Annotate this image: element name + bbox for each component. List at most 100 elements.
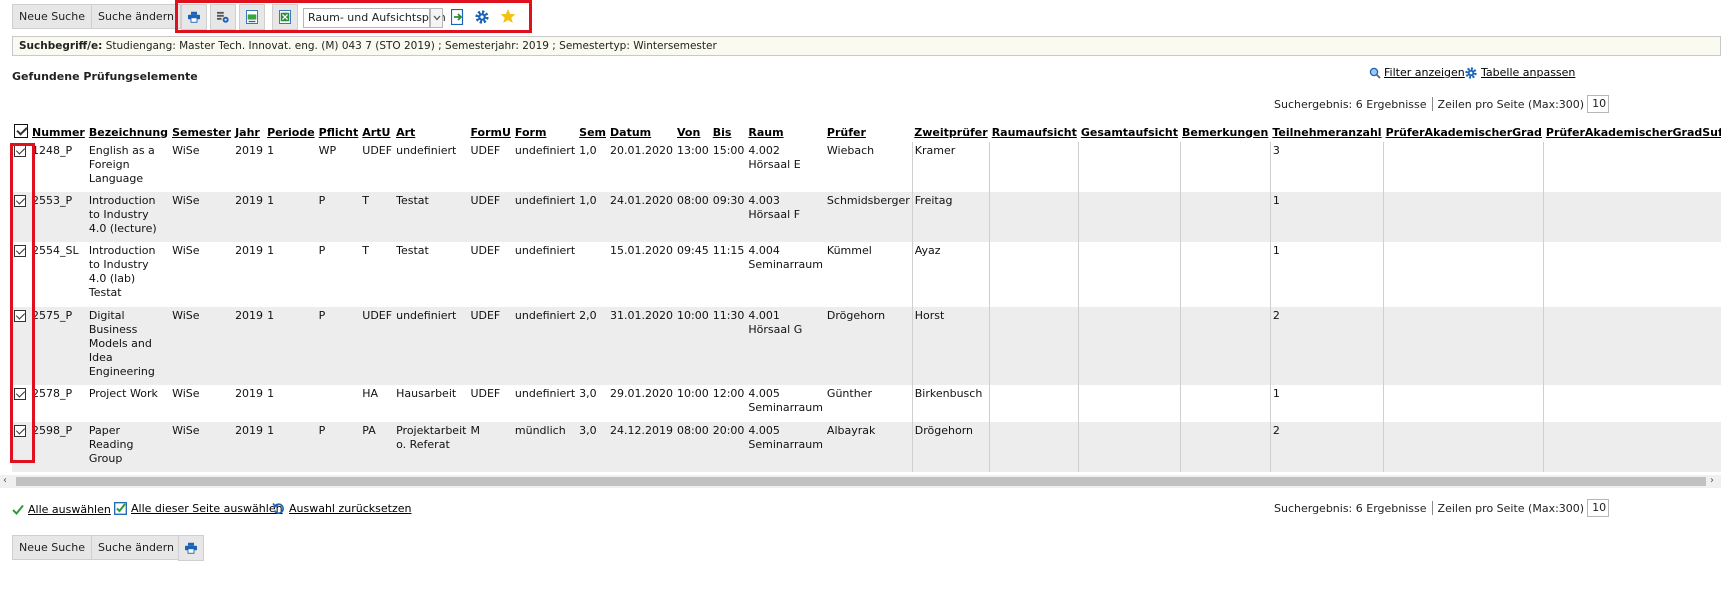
column-header[interactable]: Bis (711, 122, 747, 142)
row-checkbox[interactable] (12, 385, 30, 422)
table-cell: 09:30 (710, 192, 747, 242)
column-header[interactable]: Jahr (233, 122, 265, 142)
column-header[interactable]: FormU (468, 122, 512, 142)
table-cell: Kümmel (826, 244, 872, 257)
row-checkbox[interactable] (12, 142, 30, 192)
row-checkbox[interactable] (12, 307, 30, 385)
checkbox-checked-icon (114, 502, 127, 515)
column-header[interactable]: Raumaufsicht (990, 122, 1079, 142)
column-header[interactable]: PrüferAkademischerGrad (1384, 122, 1544, 142)
table-cell: 08:00 (675, 422, 711, 472)
row-checkbox[interactable] (12, 242, 30, 307)
column-header[interactable]: Prüfer (825, 122, 912, 142)
reset-selection-link[interactable]: Auswahl zurücksetzen (272, 502, 411, 515)
column-header[interactable]: Nummer (30, 122, 87, 142)
column-header[interactable]: Periode (265, 122, 317, 142)
table-cell: Schmidsberger (824, 192, 913, 242)
column-header[interactable]: Gesamtaufsicht (1079, 122, 1180, 142)
table-cell: undefiniert (514, 387, 576, 400)
table-cell: 09:45 (677, 244, 709, 257)
column-header[interactable]: Datum (608, 122, 675, 142)
table-cell: Horst (911, 307, 990, 385)
search-terms-label: Suchbegriff/e: (19, 40, 103, 52)
rows-per-page-input[interactable]: 10 (1587, 95, 1610, 113)
table-row: 2598_P Paper Reading Group WiSe 2019 1 P PA Pro… (12, 422, 1721, 472)
row-checkbox[interactable] (12, 422, 30, 472)
table-cell (1543, 142, 1721, 192)
row-checkbox[interactable] (12, 192, 30, 242)
rows-per-page-input[interactable]: 10 (1587, 499, 1610, 517)
table-cell: UDEF (468, 307, 513, 385)
column-header[interactable]: Form (513, 122, 577, 142)
select-all-link[interactable]: Alle auswählen (12, 503, 111, 516)
change-search-button[interactable]: Suche ändern (91, 535, 182, 560)
column-header[interactable]: Semester (170, 122, 233, 142)
table-cell: UDEF (470, 387, 501, 400)
table-cell: T (360, 192, 395, 242)
table-cell: Digital Business Models and Idea Enginee… (86, 307, 171, 385)
table-cell: 2575_P (30, 307, 87, 385)
scroll-right-arrow-icon[interactable]: › (1710, 475, 1714, 486)
print-button[interactable] (178, 535, 204, 561)
column-header[interactable]: PrüferAkademischerGradSuffix (1544, 122, 1721, 142)
export-settings-icon (217, 11, 229, 23)
table-cell: undefiniert (512, 192, 578, 242)
plan-select-dropdown[interactable] (430, 8, 443, 28)
table-cell (989, 192, 1079, 242)
table-cell: UDEF (470, 144, 501, 157)
column-header[interactable]: Zweitprüfer (912, 122, 989, 142)
table-cell (1078, 422, 1181, 472)
column-header[interactable]: Von (675, 122, 711, 142)
table-adjust-link[interactable]: Tabelle anpassen (1465, 66, 1575, 79)
column-header[interactable]: Teilnehmeranzahl (1270, 122, 1383, 142)
table-cell: 1 (267, 144, 275, 157)
table-cell: Wiebach (826, 144, 875, 157)
table-cell: 10:00 (675, 307, 711, 385)
scroll-left-arrow-icon[interactable]: ‹ (3, 475, 7, 486)
column-header[interactable]: Pflicht (317, 122, 361, 142)
table-cell: 12:00 (712, 387, 745, 400)
magnifier-icon (1369, 67, 1381, 79)
table-cell: P (316, 192, 361, 242)
horizontal-scrollbar[interactable]: ‹ › (0, 475, 1721, 488)
new-search-button[interactable]: Neue Suche (12, 535, 92, 560)
column-header[interactable]: Bemerkungen (1180, 122, 1270, 142)
table-cell (989, 307, 1079, 385)
column-header[interactable]: ArtU (360, 122, 394, 142)
table-cell: 2554_SL (32, 244, 79, 257)
new-search-button[interactable]: Neue Suche (12, 4, 92, 29)
change-search-button[interactable]: Suche ändern (91, 4, 182, 29)
chevron-down-icon (433, 15, 440, 21)
print-button[interactable] (181, 4, 207, 30)
export-go-button[interactable] (450, 8, 465, 28)
scrollbar-thumb[interactable] (16, 477, 1706, 486)
table-cell (1543, 422, 1721, 472)
table-header-row: Nummer Bezeichnung Semester Jahr Periode… (12, 122, 1721, 142)
rows-per-page-label: Zeilen pro Seite (Max:300) (1437, 97, 1585, 111)
excel-export-button[interactable] (272, 4, 298, 30)
export-settings-button[interactable] (210, 4, 236, 30)
export-go-icon (450, 8, 464, 26)
column-header[interactable]: Art (394, 122, 468, 142)
table-cell (1078, 385, 1181, 422)
plan-type-select[interactable]: Raum- und Aufsichtsplan (303, 8, 446, 28)
column-header[interactable]: Raum (746, 122, 825, 142)
table-cell: 1 (267, 244, 275, 257)
filter-link[interactable]: Filter anzeigen (1369, 66, 1465, 79)
column-header[interactable]: Sem (577, 122, 608, 142)
table-cell: 4.004 Seminarraum (748, 244, 823, 271)
table-row: 2554_SL Introduction to Industry 4.0 (lab… (12, 242, 1721, 307)
select-page-link[interactable]: Alle dieser Seite auswählen (114, 502, 283, 515)
excel-export-icon (279, 10, 291, 24)
table-cell: Drögehorn (911, 422, 990, 472)
table-cell: P (318, 244, 326, 257)
table-cell: M (468, 422, 513, 472)
result-info-bottom: Suchergebnis: 6 Ergebnisse Zeilen pro Se… (1274, 499, 1610, 517)
favorite-button[interactable] (500, 8, 516, 27)
settings-button[interactable] (475, 10, 489, 27)
column-header[interactable]: Bezeichnung (87, 122, 170, 142)
table-cell: Project Work (88, 387, 158, 400)
csv-export-button[interactable] (239, 4, 265, 30)
select-all-checkbox[interactable] (12, 122, 30, 142)
table-cell (1383, 422, 1544, 472)
